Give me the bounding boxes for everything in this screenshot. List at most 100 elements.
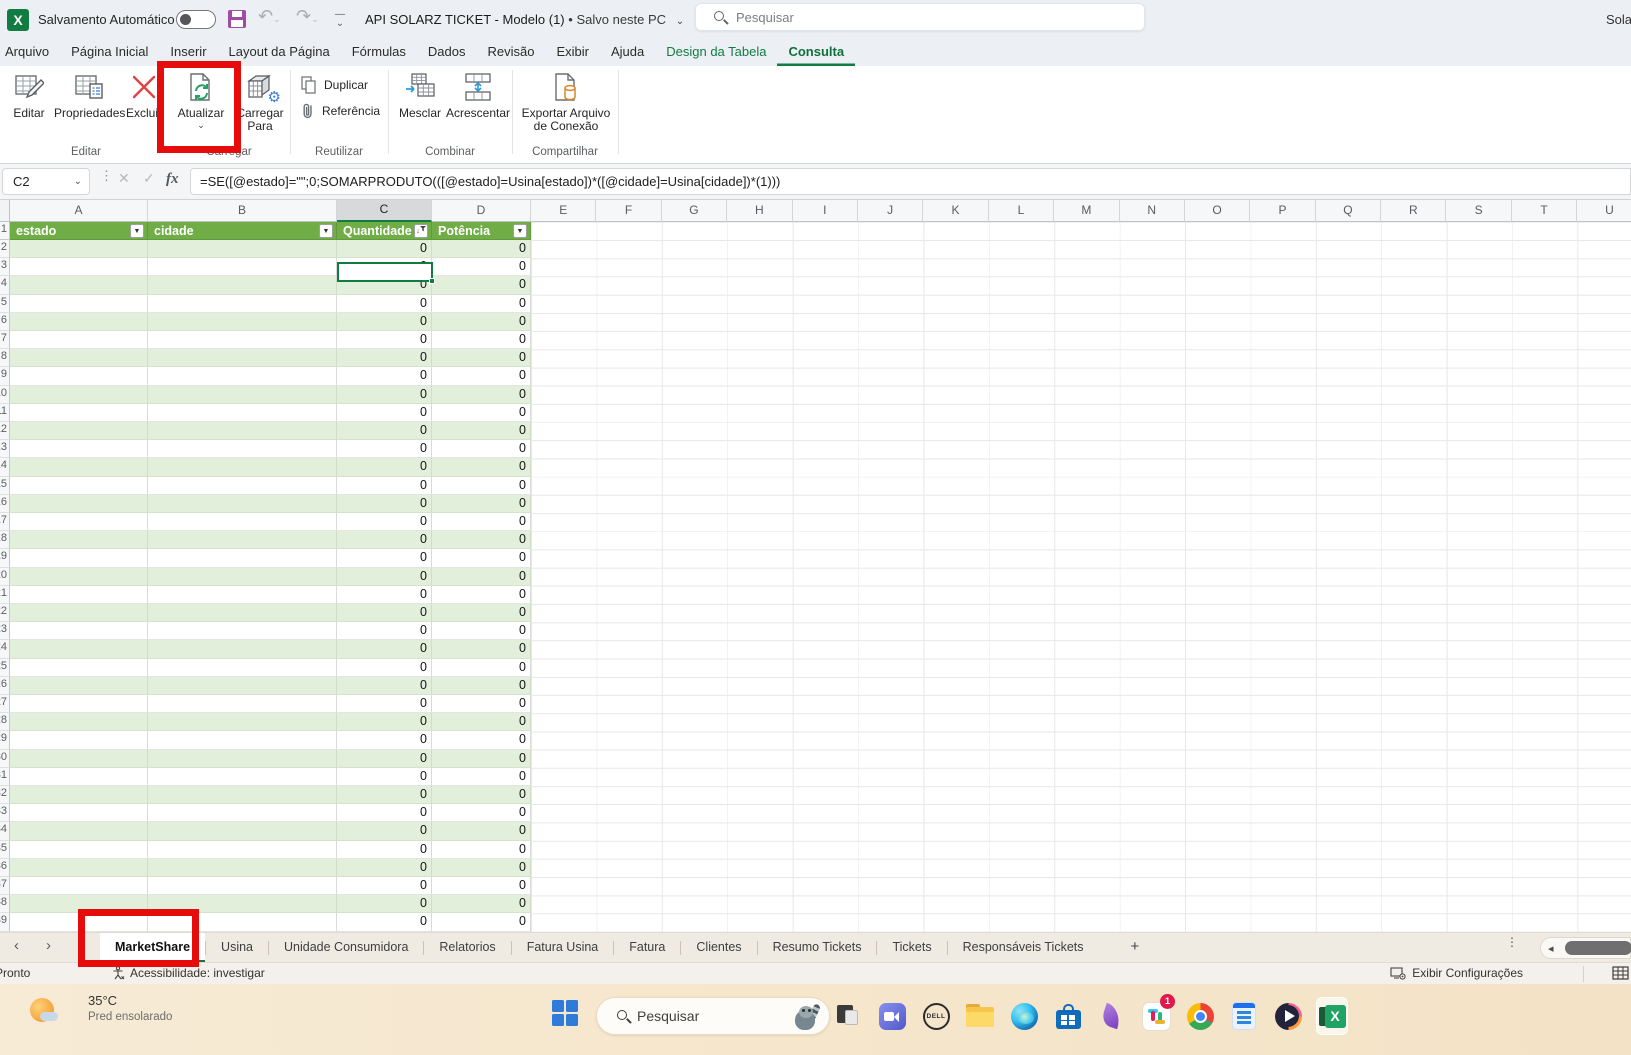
ribbon-tab-exibir[interactable]: Exibir (545, 40, 600, 66)
table-header-estado[interactable]: estado▼ (10, 222, 148, 240)
ribbon-tab-revis-o[interactable]: Revisão (477, 40, 546, 66)
cell-cidade[interactable] (148, 822, 337, 840)
cell-estado[interactable] (10, 640, 148, 658)
cell-estado[interactable] (10, 258, 148, 276)
name-box[interactable]: C2 ⌄ (2, 168, 90, 195)
cell-estado[interactable] (10, 731, 148, 749)
cell-estado[interactable] (10, 859, 148, 877)
cell-quantidade[interactable]: 0 (337, 731, 432, 749)
cell-potencia[interactable]: 0 (432, 695, 531, 713)
row-number[interactable]: 1 (0, 222, 10, 240)
column-header-F[interactable]: F (596, 200, 661, 222)
cell-quantidade[interactable]: 0 (337, 750, 432, 768)
taskbar-app-chrome[interactable] (1184, 997, 1216, 1035)
formula-input[interactable]: =SE([@estado]="";0;SOMARPRODUTO(([@estad… (190, 168, 1631, 195)
taskbar-app-quill-app[interactable] (1096, 997, 1128, 1035)
column-header-S[interactable]: S (1446, 200, 1511, 222)
sheet-tab-fatura[interactable]: Fatura (614, 933, 680, 963)
cell-potencia[interactable]: 0 (432, 822, 531, 840)
cell-cidade[interactable] (148, 422, 337, 440)
row-number[interactable]: 16 (0, 495, 10, 513)
taskbar-app-store[interactable] (1052, 997, 1084, 1035)
cell-quantidade[interactable]: 0 (337, 549, 432, 567)
search-box[interactable]: Pesquisar (695, 3, 1145, 31)
table-header-cidade[interactable]: cidade▼ (148, 222, 337, 240)
sheet-nav-right-icon[interactable]: › (46, 937, 51, 954)
save-icon[interactable] (228, 10, 246, 28)
row-number[interactable]: 36 (0, 859, 10, 877)
cell-quantidade[interactable]: 0 (337, 586, 432, 604)
cell-cidade[interactable] (148, 331, 337, 349)
row-number[interactable]: 37 (0, 877, 10, 895)
cell-cidade[interactable] (148, 386, 337, 404)
cell-cidade[interactable] (148, 877, 337, 895)
ribbon-tab-arquivo[interactable]: Arquivo (0, 40, 60, 66)
cell-cidade[interactable] (148, 695, 337, 713)
cell-estado[interactable] (10, 768, 148, 786)
cell-estado[interactable] (10, 458, 148, 476)
mesclar-button[interactable]: Mesclar (396, 70, 444, 120)
cell-potencia[interactable]: 0 (432, 331, 531, 349)
cell-cidade[interactable] (148, 677, 337, 695)
cell-estado[interactable] (10, 622, 148, 640)
row-number[interactable]: 6 (0, 313, 10, 331)
cell-estado[interactable] (10, 422, 148, 440)
row-number[interactable]: 29 (0, 731, 10, 749)
filter-dropdown-icon[interactable]: ▼ (513, 224, 527, 238)
cell-estado[interactable] (10, 531, 148, 549)
filter-dropdown-icon[interactable]: ▼ (130, 224, 144, 238)
cell-cidade[interactable] (148, 841, 337, 859)
cell-cidade[interactable] (148, 440, 337, 458)
ribbon-tab-consulta[interactable]: Consulta (777, 40, 855, 66)
column-header-O[interactable]: O (1185, 200, 1250, 222)
cell-potencia[interactable]: 0 (432, 713, 531, 731)
sort-filter-icon[interactable]: ↓ (414, 224, 428, 238)
cell-quantidade[interactable]: 0 (337, 877, 432, 895)
row-number[interactable]: 12 (0, 422, 10, 440)
cell-cidade[interactable] (148, 495, 337, 513)
ribbon-tab-design-da-tabela[interactable]: Design da Tabela (655, 40, 777, 66)
cell-cidade[interactable] (148, 659, 337, 677)
row-number[interactable]: 33 (0, 804, 10, 822)
column-header-P[interactable]: P (1250, 200, 1315, 222)
accessibility-status[interactable]: Acessibilidade: investigar (112, 966, 265, 980)
cell-quantidade[interactable]: 0 (337, 677, 432, 695)
cell-estado[interactable] (10, 495, 148, 513)
cell-potencia[interactable]: 0 (432, 786, 531, 804)
row-number[interactable]: 23 (0, 622, 10, 640)
cell-estado[interactable] (10, 440, 148, 458)
cancel-icon[interactable]: ✕ (118, 170, 130, 187)
taskbar-app-excel[interactable]: X (1316, 997, 1348, 1035)
cell-potencia[interactable]: 0 (432, 859, 531, 877)
name-box-dropdown-icon[interactable]: ⌄ (74, 169, 82, 194)
cell-quantidade[interactable]: 0 (337, 695, 432, 713)
cell-estado[interactable] (10, 604, 148, 622)
cell-cidade[interactable] (148, 549, 337, 567)
cell-cidade[interactable] (148, 513, 337, 531)
ribbon-tab-dados[interactable]: Dados (417, 40, 477, 66)
row-number[interactable]: 38 (0, 895, 10, 913)
cell-estado[interactable] (10, 677, 148, 695)
column-header-I[interactable]: I (793, 200, 858, 222)
taskbar-app-edge[interactable] (1008, 997, 1040, 1035)
cell-quantidade[interactable]: 0 (337, 895, 432, 913)
cell-cidade[interactable] (148, 458, 337, 476)
cell-quantidade[interactable]: 0 (337, 331, 432, 349)
row-number[interactable]: 5 (0, 295, 10, 313)
normal-view-icon[interactable] (1612, 966, 1630, 984)
cell-potencia[interactable]: 0 (432, 258, 531, 276)
sheet-tab-clientes[interactable]: Clientes (681, 933, 756, 963)
account-name[interactable]: Solar (1606, 12, 1631, 27)
editar-button[interactable]: Editar (6, 70, 52, 120)
sheet-tab-relatorios[interactable]: Relatorios (424, 933, 510, 963)
row-number[interactable]: 7 (0, 331, 10, 349)
cell-potencia[interactable]: 0 (432, 495, 531, 513)
column-header-C[interactable]: C (337, 200, 432, 222)
acrescentar-button[interactable]: Acrescentar (446, 70, 510, 120)
row-number[interactable]: 24 (0, 640, 10, 658)
cell-quantidade[interactable]: 0 (337, 841, 432, 859)
row-number[interactable]: 14 (0, 458, 10, 476)
cell-potencia[interactable]: 0 (432, 513, 531, 531)
cell-quantidade[interactable]: 0 (337, 768, 432, 786)
sheet-tab-fatura-usina[interactable]: Fatura Usina (512, 933, 614, 963)
